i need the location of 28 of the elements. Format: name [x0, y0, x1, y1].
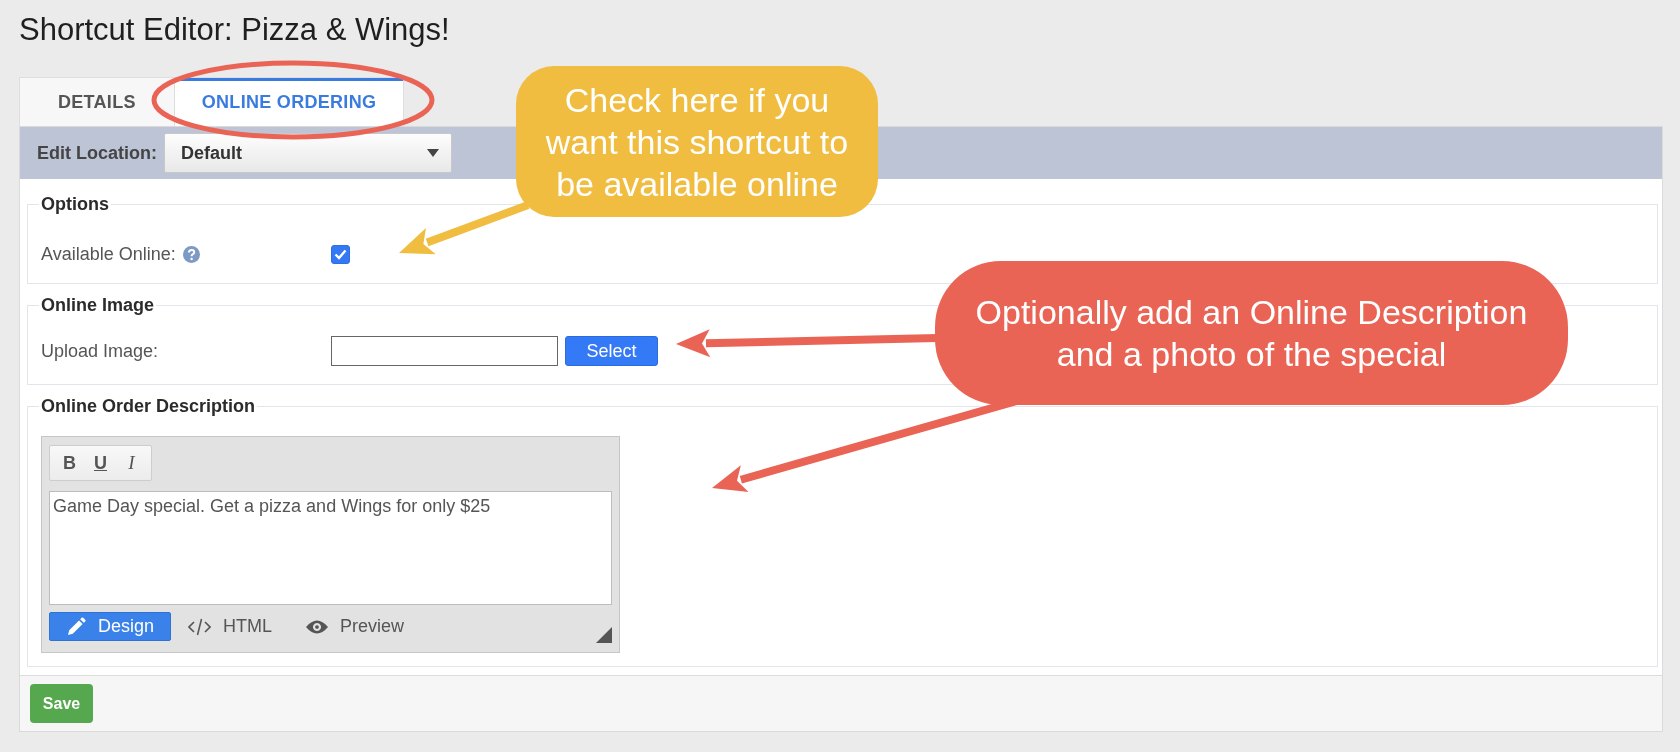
select-button[interactable]: Select — [565, 336, 658, 366]
format-button[interactable]: U — [85, 448, 116, 478]
eye-icon — [306, 619, 329, 634]
tab[interactable]: DETAILS — [19, 77, 175, 126]
format-button[interactable]: I — [116, 448, 147, 478]
editor-mode-tab[interactable]: Design — [49, 612, 172, 641]
editor-mode-tab[interactable]: Preview — [289, 612, 422, 641]
page-title: Shortcut Editor: Pizza & Wings! — [19, 13, 450, 46]
tab[interactable]: ONLINE ORDERING — [174, 77, 405, 126]
location-select[interactable]: Default — [164, 133, 452, 173]
caret-icon — [427, 149, 439, 157]
editor-mode-tab[interactable]: HTML — [171, 612, 290, 641]
section-legend: Online Order Description — [39, 396, 258, 416]
upload-field[interactable] — [331, 336, 558, 366]
resize-handle-icon[interactable] — [596, 627, 612, 643]
location-label: Edit Location: — [37, 142, 157, 164]
description-field[interactable]: Game Day special. Get a pizza and Wings for only $25 — [49, 491, 612, 605]
format-button[interactable]: B — [54, 448, 85, 478]
callout: Optionally add an Online Description and a photo of the special — [935, 261, 1568, 405]
code-icon — [188, 617, 212, 636]
callout: Check here if you want this shortcut to be available online — [516, 66, 878, 217]
field-label: Upload Image: — [41, 340, 159, 362]
section-legend: Options — [39, 194, 111, 214]
checkbox[interactable] — [331, 244, 350, 264]
help-icon[interactable] — [182, 245, 200, 263]
field-label: Available Online: — [41, 243, 176, 265]
section-legend: Online Image — [39, 295, 157, 315]
pencil-icon — [66, 616, 86, 637]
